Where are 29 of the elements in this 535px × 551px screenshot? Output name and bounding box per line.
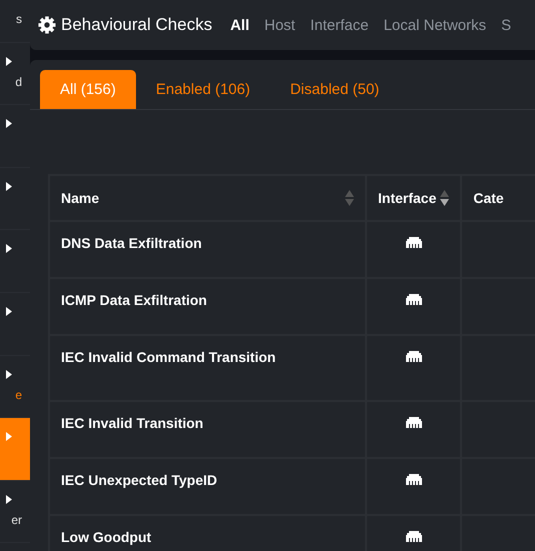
check-name: ICMP Data Exfiltration — [61, 292, 207, 308]
column-header[interactable]: Cate — [473, 190, 504, 206]
ethernet-port-icon — [406, 351, 422, 362]
filter-tab[interactable]: Interface — [310, 16, 369, 34]
ethernet-port-icon — [406, 474, 422, 485]
filter-tab[interactable]: S — [501, 16, 512, 34]
ethernet-port-icon — [406, 237, 422, 248]
filter-tab[interactable]: Host — [264, 16, 296, 34]
sidebar-label: er — [11, 512, 22, 527]
check-name: DNS Data Exfiltration — [61, 235, 202, 251]
tab[interactable]: Enabled (106) — [136, 70, 270, 109]
check-name: IEC Invalid Command Transition — [61, 349, 276, 365]
check-name: IEC Invalid Transition — [61, 415, 204, 431]
column-header[interactable]: Name — [61, 190, 100, 206]
page-title: Behavioural Checks — [61, 15, 212, 35]
ethernet-port-icon — [406, 531, 422, 542]
sidebar-label: d — [15, 74, 22, 89]
filter-tab[interactable]: Local Networks — [384, 16, 486, 34]
sidebar-label: s — [16, 12, 22, 26]
check-name: Low Goodput — [61, 529, 152, 545]
sidebar-item[interactable] — [0, 418, 30, 481]
settings-icon — [38, 16, 56, 34]
tab[interactable]: Disabled (50) — [270, 70, 400, 109]
filter-tab[interactable]: All — [230, 16, 250, 34]
ethernet-port-icon — [406, 294, 422, 305]
sort-icon[interactable] — [440, 190, 450, 206]
ethernet-port-icon — [406, 417, 422, 428]
check-name: IEC Unexpected TypeID — [61, 472, 218, 488]
sidebar-label: e — [15, 388, 22, 402]
